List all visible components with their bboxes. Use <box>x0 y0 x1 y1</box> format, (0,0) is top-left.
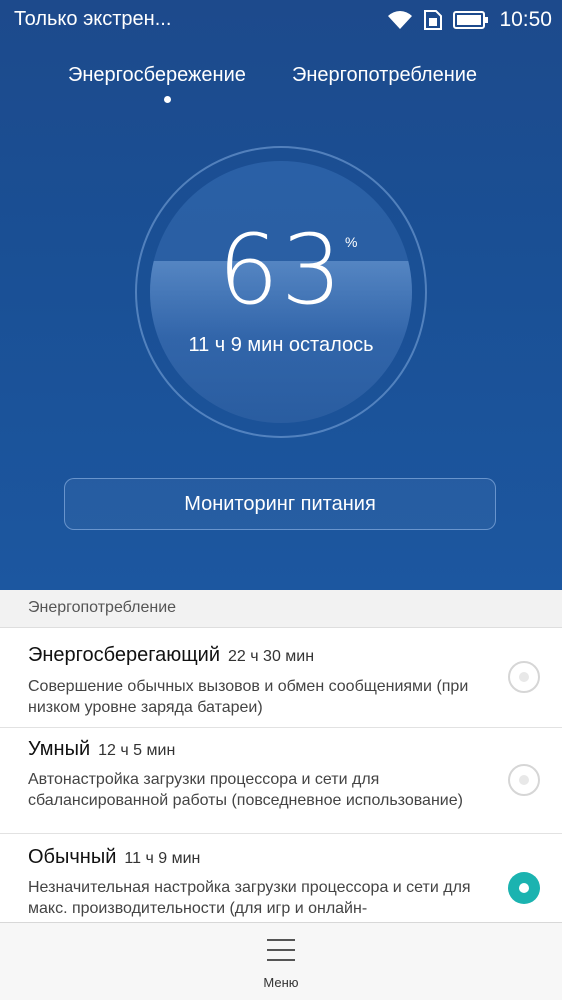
percent-sign: % <box>345 234 358 250</box>
tab-indicator <box>164 96 171 103</box>
battery-panel: Только экстрен... 10:50 Энергосбережение… <box>0 0 562 590</box>
mode-time: 12 ч 5 мин <box>98 742 176 759</box>
section-header: Энергопотребление <box>0 590 562 628</box>
wifi-icon <box>388 11 413 29</box>
tab-power-consumption[interactable]: Энергопотребление <box>292 64 477 87</box>
bottom-bar: Меню <box>0 922 562 1000</box>
mode-title-line: Обычный 11 ч 9 мин <box>28 846 200 869</box>
mode-power-saving[interactable]: Энергосберегающий 22 ч 30 мин Совершение … <box>0 628 562 728</box>
mode-title: Умный <box>28 738 91 760</box>
mode-title-line: Умный 12 ч 5 мин <box>28 738 175 761</box>
mode-description: Автонастройка загрузки процессора и сети… <box>28 771 463 809</box>
tab-bar: Энергосбережение Энергопотребление <box>0 64 562 104</box>
mode-description: Совершение обычных вызовов и обмен сообщ… <box>28 678 469 716</box>
hamburger-icon[interactable] <box>267 939 295 961</box>
mode-time: 22 ч 30 мин <box>228 648 315 665</box>
status-time: 10:50 <box>499 8 552 31</box>
mode-radio[interactable] <box>508 661 540 693</box>
menu-button-label[interactable]: Меню <box>0 975 562 990</box>
mode-title: Энергосберегающий <box>28 644 221 666</box>
time-remaining: 11 ч 9 мин осталось <box>188 334 374 356</box>
status-icons: 10:50 <box>387 6 552 34</box>
battery-icon <box>453 11 489 29</box>
tab-power-saving[interactable]: Энергосбережение <box>68 64 246 87</box>
section-header-label: Энергопотребление <box>28 599 177 616</box>
mode-radio[interactable] <box>508 764 540 796</box>
sim-icon <box>424 10 443 30</box>
mode-time: 11 ч 9 мин <box>124 850 201 867</box>
power-monitoring-button[interactable]: Мониторинг питания <box>64 478 496 530</box>
notification-text: Только экстрен... <box>14 8 172 30</box>
mode-normal[interactable]: Обычный 11 ч 9 мин Незначительная настрой… <box>0 834 562 922</box>
mode-title: Обычный <box>28 846 117 868</box>
mode-smart[interactable]: Умный 12 ч 5 мин Автонастройка загрузки п… <box>0 728 562 834</box>
mode-radio-selected[interactable] <box>508 872 540 904</box>
mode-description: Незначительная настройка загрузки процес… <box>28 879 471 917</box>
battery-percent: 63 <box>217 214 345 326</box>
status-bar: Только экстрен... 10:50 <box>0 0 562 40</box>
mode-title-line: Энергосберегающий 22 ч 30 мин <box>28 644 314 667</box>
